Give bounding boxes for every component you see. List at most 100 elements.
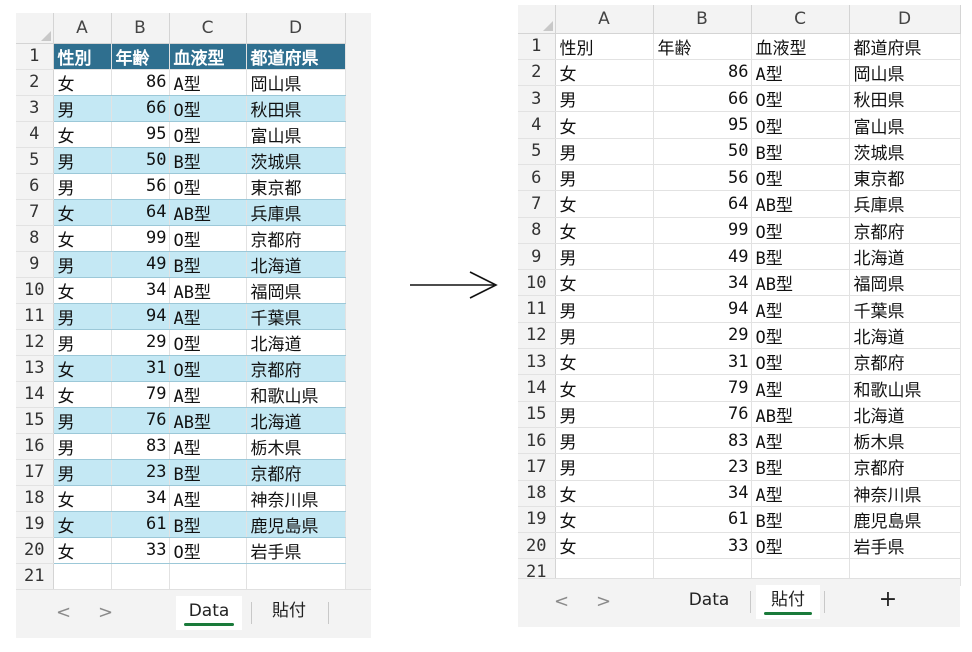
- row-number[interactable]: 6: [518, 164, 556, 192]
- data-cell[interactable]: 29: [653, 322, 752, 350]
- empty-cell[interactable]: [169, 563, 247, 590]
- header-cell[interactable]: 血液型: [169, 43, 247, 70]
- data-cell[interactable]: 23: [111, 459, 170, 486]
- data-cell[interactable]: AB型: [169, 277, 247, 304]
- row-number[interactable]: 5: [16, 147, 54, 174]
- data-cell[interactable]: 男: [53, 173, 112, 200]
- data-cell[interactable]: 鹿児島県: [246, 511, 346, 538]
- data-cell[interactable]: 女: [555, 532, 654, 560]
- data-cell[interactable]: 76: [111, 407, 170, 434]
- data-cell[interactable]: 兵庫県: [246, 199, 346, 226]
- data-cell[interactable]: 東京都: [246, 173, 346, 200]
- row-number[interactable]: 13: [16, 355, 54, 382]
- data-cell[interactable]: 女: [53, 485, 112, 512]
- data-cell[interactable]: 女: [53, 381, 112, 408]
- header-cell[interactable]: 都道府県: [246, 43, 346, 70]
- next-sheet-icon[interactable]: >: [596, 591, 611, 612]
- data-cell[interactable]: 京都府: [246, 225, 346, 252]
- header-cell[interactable]: 年齢: [111, 43, 170, 70]
- data-cell[interactable]: 23: [653, 453, 752, 481]
- data-cell[interactable]: A型: [169, 485, 247, 512]
- data-cell[interactable]: O型: [751, 322, 850, 350]
- row-number[interactable]: 19: [16, 511, 54, 538]
- row-number[interactable]: 14: [518, 374, 556, 402]
- data-cell[interactable]: 34: [653, 269, 752, 297]
- data-cell[interactable]: O型: [169, 121, 247, 148]
- data-cell[interactable]: 79: [111, 381, 170, 408]
- data-cell[interactable]: B型: [169, 511, 247, 538]
- data-cell[interactable]: 和歌山県: [849, 374, 961, 402]
- data-cell[interactable]: 神奈川県: [246, 485, 346, 512]
- data-cell[interactable]: 北海道: [246, 407, 346, 434]
- data-cell[interactable]: B型: [169, 251, 247, 278]
- data-cell[interactable]: AB型: [751, 269, 850, 297]
- data-cell[interactable]: 岩手県: [246, 537, 346, 564]
- data-cell[interactable]: 男: [555, 85, 654, 113]
- data-cell[interactable]: O型: [169, 173, 247, 200]
- data-cell[interactable]: 34: [111, 277, 170, 304]
- data-cell[interactable]: 31: [653, 348, 752, 376]
- add-sheet-button[interactable]: +: [848, 585, 928, 619]
- data-cell[interactable]: 茨城県: [849, 138, 961, 165]
- data-cell[interactable]: 京都府: [246, 459, 346, 486]
- next-sheet-icon[interactable]: >: [98, 602, 113, 623]
- data-cell[interactable]: 北海道: [246, 251, 346, 278]
- data-cell[interactable]: 北海道: [246, 329, 346, 356]
- data-cell[interactable]: 東京都: [849, 164, 961, 192]
- row-number[interactable]: 10: [16, 277, 54, 304]
- prev-sheet-icon[interactable]: <: [554, 591, 569, 612]
- data-cell[interactable]: 北海道: [849, 322, 961, 350]
- row-number[interactable]: 9: [518, 243, 556, 271]
- prev-sheet-icon[interactable]: <: [56, 602, 71, 623]
- data-cell[interactable]: 神奈川県: [849, 480, 961, 507]
- row-number[interactable]: 16: [518, 427, 556, 455]
- column-header-a[interactable]: A: [53, 13, 112, 44]
- data-cell[interactable]: 男: [53, 251, 112, 278]
- data-cell[interactable]: A型: [751, 295, 850, 323]
- row-number[interactable]: 3: [518, 85, 556, 113]
- column-header-c[interactable]: C: [169, 13, 247, 44]
- data-cell[interactable]: O型: [751, 111, 850, 139]
- row-number[interactable]: 2: [16, 69, 54, 96]
- data-cell[interactable]: A型: [169, 69, 247, 96]
- row-number[interactable]: 9: [16, 251, 54, 278]
- data-cell[interactable]: B型: [169, 147, 247, 174]
- data-cell[interactable]: 94: [111, 303, 170, 330]
- data-cell[interactable]: 49: [653, 243, 752, 271]
- data-cell[interactable]: 79: [653, 374, 752, 402]
- data-cell[interactable]: 北海道: [849, 401, 961, 428]
- empty-cell[interactable]: [246, 563, 346, 590]
- data-cell[interactable]: 99: [653, 217, 752, 244]
- data-cell[interactable]: 31: [111, 355, 170, 382]
- data-cell[interactable]: 男: [555, 295, 654, 323]
- row-number[interactable]: 2: [518, 59, 556, 87]
- data-cell[interactable]: 男: [555, 164, 654, 192]
- data-cell[interactable]: 男: [53, 303, 112, 330]
- data-cell[interactable]: 64: [653, 190, 752, 218]
- data-cell[interactable]: O型: [751, 85, 850, 113]
- data-cell[interactable]: A型: [751, 59, 850, 87]
- data-cell[interactable]: 50: [111, 147, 170, 174]
- data-cell[interactable]: B型: [751, 243, 850, 271]
- data-cell[interactable]: 千葉県: [246, 303, 346, 330]
- data-cell[interactable]: O型: [751, 217, 850, 244]
- data-cell[interactable]: 男: [53, 147, 112, 174]
- data-cell[interactable]: 83: [111, 433, 170, 460]
- data-cell[interactable]: 女: [53, 277, 112, 304]
- row-number[interactable]: 4: [16, 121, 54, 148]
- tab-paste[interactable]: 貼付: [756, 585, 820, 619]
- data-cell[interactable]: 女: [555, 269, 654, 297]
- data-cell[interactable]: 京都府: [246, 355, 346, 382]
- column-header-b[interactable]: B: [111, 13, 170, 44]
- empty-cell[interactable]: [111, 563, 170, 590]
- row-number[interactable]: 3: [16, 95, 54, 122]
- row-number[interactable]: 19: [518, 506, 556, 534]
- row-number[interactable]: 18: [16, 485, 54, 512]
- data-cell[interactable]: 男: [555, 453, 654, 481]
- data-cell[interactable]: 岡山県: [246, 69, 346, 96]
- select-all-corner[interactable]: [518, 5, 556, 34]
- column-header-b[interactable]: B: [653, 5, 752, 34]
- column-header-c[interactable]: C: [751, 5, 850, 34]
- data-cell[interactable]: 男: [555, 138, 654, 165]
- data-cell[interactable]: 女: [53, 355, 112, 382]
